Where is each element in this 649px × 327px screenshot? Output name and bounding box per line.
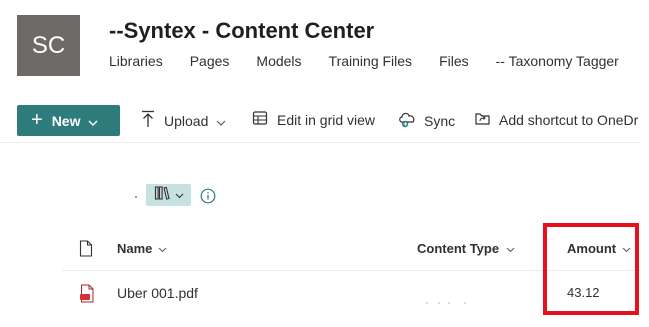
nav-item-training-files[interactable]: Training Files xyxy=(329,53,413,69)
nav-item-libraries[interactable]: Libraries xyxy=(109,53,163,69)
nav-item-files[interactable]: Files xyxy=(439,53,469,69)
column-header-content-type[interactable]: Content Type xyxy=(417,241,515,256)
add-shortcut-label: Add shortcut to OneDr xyxy=(499,111,639,128)
add-shortcut-button[interactable]: Add shortcut to OneDr xyxy=(474,110,638,129)
edit-grid-label: Edit in grid view xyxy=(277,111,376,128)
view-switcher-button[interactable] xyxy=(146,184,191,206)
sync-label: Sync xyxy=(424,112,456,129)
upload-button[interactable]: Upload xyxy=(140,110,226,131)
command-bar-divider xyxy=(0,142,640,143)
site-logo[interactable]: SC xyxy=(17,15,80,76)
column-header-content-type-label: Content Type xyxy=(417,241,500,256)
grid-icon xyxy=(252,110,268,129)
chevron-down-icon xyxy=(88,113,98,129)
shortcut-icon xyxy=(474,110,492,129)
nav-item-models[interactable]: Models xyxy=(256,53,301,69)
chevron-down-icon xyxy=(158,241,167,256)
plus-icon: + xyxy=(31,109,43,131)
site-logo-initials: SC xyxy=(31,31,66,59)
pdf-file-icon xyxy=(79,284,95,308)
chevron-down-icon xyxy=(175,186,184,204)
upload-label: Upload xyxy=(164,112,209,129)
info-icon[interactable] xyxy=(200,188,216,209)
column-header-name[interactable]: Name xyxy=(117,241,167,256)
nav-item-taxonomy-tagger[interactable]: -- Taxonomy Tagger xyxy=(496,53,619,69)
new-button-label: New xyxy=(51,112,81,129)
edit-grid-button[interactable]: Edit in grid view xyxy=(252,110,375,129)
site-title[interactable]: --Syntex - Content Center xyxy=(109,18,374,44)
file-type-header-icon[interactable] xyxy=(79,240,93,262)
file-name-link[interactable]: Uber 001.pdf xyxy=(117,285,198,301)
nav-item-pages[interactable]: Pages xyxy=(190,53,230,69)
column-header-name-label: Name xyxy=(117,241,153,256)
highlight-box xyxy=(543,223,639,315)
new-button[interactable]: + New xyxy=(17,105,120,136)
upload-icon xyxy=(140,110,156,131)
content-type-value xyxy=(425,292,469,304)
chevron-down-icon xyxy=(216,113,226,129)
chevron-down-icon xyxy=(506,241,515,256)
sync-icon xyxy=(398,110,418,131)
view-dot xyxy=(135,196,137,198)
sync-button[interactable]: Sync xyxy=(398,110,455,131)
library-view-icon xyxy=(154,185,172,206)
site-nav: Libraries Pages Models Training Files Fi… xyxy=(109,53,619,69)
